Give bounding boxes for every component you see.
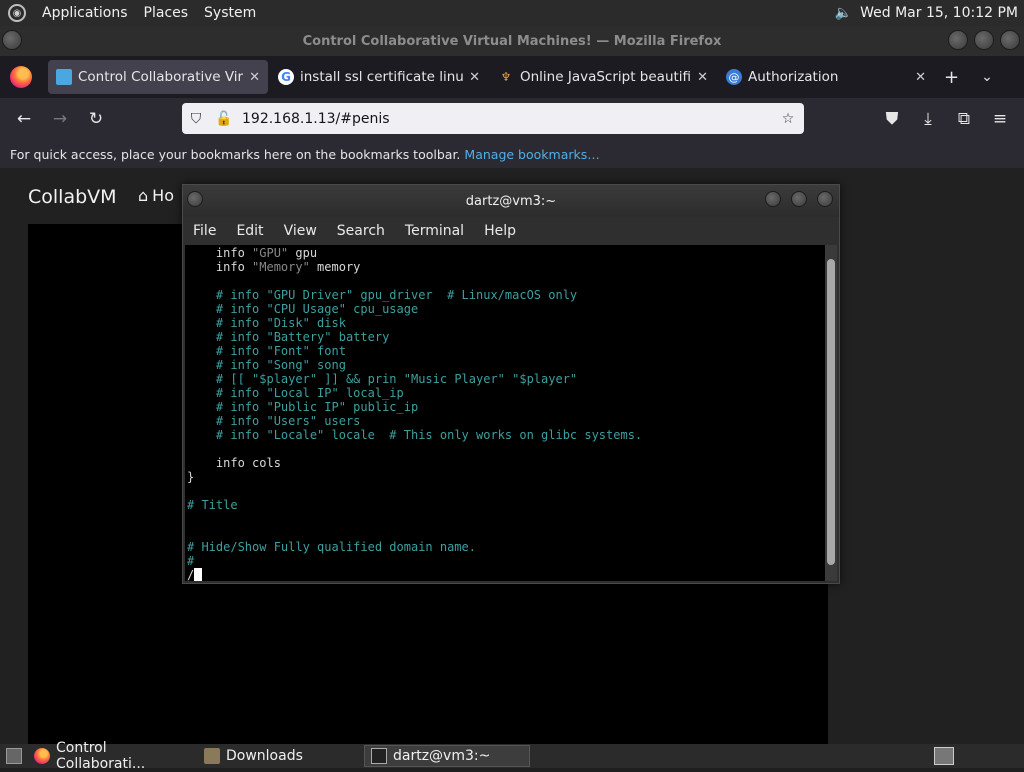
terminal-window[interactable]: dartz@vm3:~ File Edit View Search Termin… [182,184,840,584]
new-tab-icon[interactable]: + [944,67,959,88]
terminal-minimize-button[interactable] [765,191,781,207]
back-arrow-icon[interactable]: ← [6,109,42,129]
tab-collabvm[interactable]: Control Collaborative Virtua ✕ [48,60,268,94]
terminal-menu-terminal[interactable]: Terminal [405,223,464,239]
manage-bookmarks-link[interactable]: Manage bookmarks… [464,147,599,162]
terminal-menu-search[interactable]: Search [337,223,385,239]
terminal-menu-file[interactable]: File [193,223,216,239]
show-desktop-icon [6,748,22,764]
volume-icon[interactable]: 🔈 [835,5,852,21]
top-panel: ◉ Applications Places System 🔈 Wed Mar 1… [0,0,1024,26]
tulip-icon: ♆ [500,70,512,84]
tab-ssl-search[interactable]: G install ssl certificate linux - G ✕ [270,60,488,94]
close-window-button[interactable] [1000,30,1020,50]
shield-icon[interactable]: ⛉ [182,111,210,127]
menu-places[interactable]: Places [144,5,189,21]
bottom-taskbar: Control Collaborati... Downloads dartz@v… [0,740,1024,772]
menu-applications[interactable]: Applications [42,5,128,21]
reload-icon[interactable]: ↻ [78,109,114,129]
terminal-window-menu-button[interactable] [187,191,203,207]
folder-icon [204,748,220,764]
list-tabs-chevron-icon[interactable]: ⌄ [981,69,993,85]
taskbar-item-downloads[interactable]: Downloads [198,745,364,767]
window-title: Control Collaborative Virtual Machines! … [302,33,722,49]
terminal-close-button[interactable] [817,191,833,207]
taskbar-item-terminal[interactable]: dartz@vm3:~ [364,745,530,767]
terminal-menubar: File Edit View Search Terminal Help [183,217,839,245]
terminal-maximize-button[interactable] [791,191,807,207]
terminal-titlebar[interactable]: dartz@vm3:~ [183,185,839,217]
pocket-icon[interactable]: ⛊ [874,109,910,129]
bookmark-star-icon[interactable]: ☆ [774,111,802,127]
tab-js-beautifier[interactable]: ♆ Online JavaScript beautifier ✕ [490,60,716,94]
terminal-output[interactable]: info "GPU" gpu info "Memory" memory # in… [185,245,827,581]
workspace-icon [934,747,954,765]
terminal-scrollbar[interactable] [825,245,837,581]
terminal-scrollbar-thumb[interactable] [827,259,835,565]
hamburger-menu-icon[interactable]: ≡ [982,109,1018,129]
home-link[interactable]: ⌂ Ho [138,186,174,205]
url-text[interactable]: 192.168.1.13/#penis [242,111,390,127]
downloads-icon[interactable]: ⤓ [910,109,946,129]
terminal-menu-view[interactable]: View [284,223,317,239]
terminal-menu-edit[interactable]: Edit [236,223,263,239]
workspace-switcher[interactable] [928,745,960,767]
maximize-button[interactable] [974,30,994,50]
terminal-icon [371,748,387,764]
clock[interactable]: Wed Mar 15, 10:12 PM [860,5,1018,21]
taskbar-item-firefox[interactable]: Control Collaborati... [28,740,198,772]
window-menu-button[interactable] [2,30,22,50]
google-icon: G [278,69,294,85]
firefox-icon [34,748,50,764]
url-bar[interactable]: ⛉ 🔓 192.168.1.13/#penis ☆ [182,103,804,134]
tab-authorization[interactable]: @ Authorization ✕ [718,60,934,94]
terminal-cursor [194,568,203,581]
firefox-titlebar: Control Collaborative Virtual Machines! … [0,26,1024,56]
close-tab-icon[interactable]: ✕ [691,70,708,85]
extensions-icon[interactable]: ⧉ [946,109,982,129]
tab-bar: Control Collaborative Virtua ✕ G install… [0,56,1024,98]
navigation-toolbar: ← → ↻ ⛉ 🔓 192.168.1.13/#penis ☆ ⛊ ⤓ ⧉ ≡ [0,98,1024,140]
bookmarks-toolbar: For quick access, place your bookmarks h… [0,140,1024,168]
bookmarks-hint: For quick access, place your bookmarks h… [10,146,461,162]
terminal-menu-help[interactable]: Help [484,223,516,239]
close-tab-icon[interactable]: ✕ [463,70,480,85]
firefox-logo-icon [10,66,32,88]
insecure-lock-icon[interactable]: 🔓 [210,111,238,127]
forward-arrow-icon[interactable]: → [42,109,78,129]
collabvm-brand[interactable]: CollabVM [28,186,117,208]
home-icon: ⌂ [138,186,149,205]
distro-logo-icon[interactable]: ◉ [8,4,26,22]
menu-system[interactable]: System [204,5,256,21]
terminal-title: dartz@vm3:~ [465,193,557,209]
close-tab-icon[interactable]: ✕ [243,70,260,85]
monitor-icon [56,69,72,85]
close-tab-icon[interactable]: ✕ [909,70,926,85]
show-desktop-button[interactable] [0,745,28,767]
at-sign-icon: @ [726,69,742,85]
minimize-button[interactable] [948,30,968,50]
